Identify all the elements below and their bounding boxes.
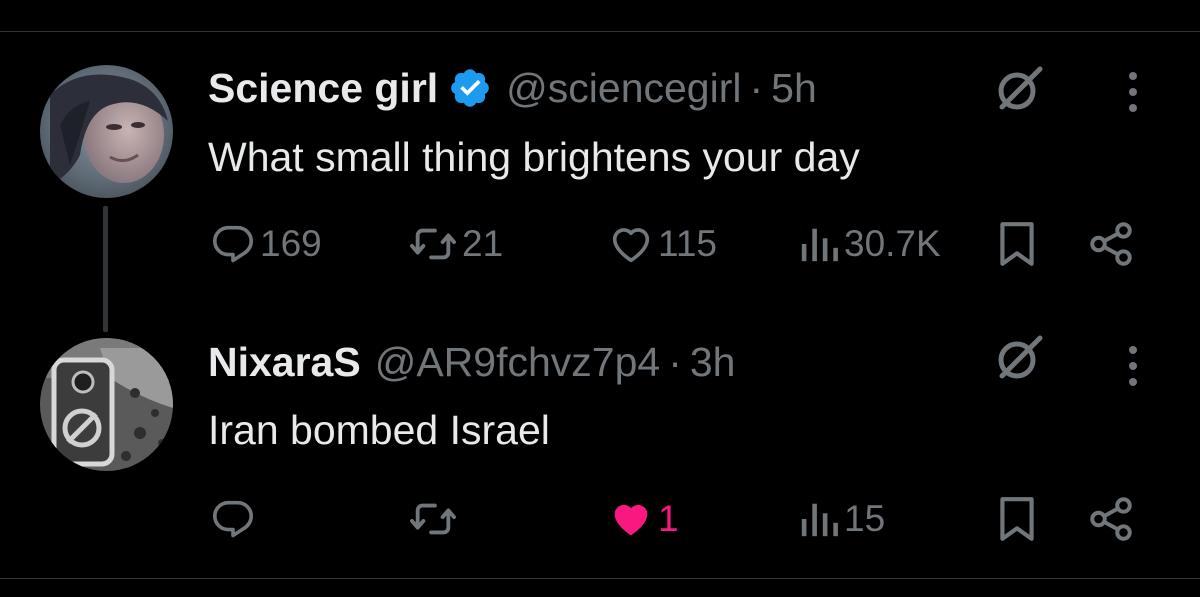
- bottom-divider: [0, 578, 1200, 579]
- avatar-image: [40, 65, 173, 198]
- verified-badge-icon: [448, 66, 492, 110]
- handle[interactable]: @AR9fchvz7p4: [375, 338, 660, 386]
- timestamp[interactable]: 5h: [771, 64, 817, 112]
- like-count: 115: [658, 223, 717, 264]
- share-button[interactable]: [1086, 219, 1136, 269]
- reply-button[interactable]: [210, 494, 260, 544]
- reply-count: 169: [260, 223, 322, 264]
- tweet-text: Iran bombed Israel: [208, 407, 550, 453]
- views-button[interactable]: 15: [798, 494, 885, 544]
- avatar-image: [40, 338, 173, 471]
- views-button[interactable]: 30.7K: [798, 219, 941, 269]
- views-count: 30.7K: [844, 223, 941, 264]
- retweet-icon: [409, 503, 456, 535]
- reply-button[interactable]: 169: [210, 219, 322, 269]
- bookmark-button[interactable]: [996, 494, 1038, 544]
- bookmark-icon: [1000, 222, 1034, 266]
- thread-connector-line: [103, 206, 108, 332]
- heart-filled-icon: [614, 504, 648, 536]
- heart-icon: [612, 228, 650, 263]
- tweet-header: Science girl @sciencegirl · 5h: [208, 64, 817, 112]
- handle[interactable]: @sciencegirl: [506, 64, 741, 112]
- bookmark-button[interactable]: [996, 219, 1038, 269]
- more-icon[interactable]: [1120, 68, 1146, 116]
- more-icon[interactable]: [1120, 342, 1146, 390]
- retweet-button[interactable]: 21: [408, 219, 503, 269]
- reply-icon: [212, 500, 254, 538]
- avatar[interactable]: [40, 65, 173, 198]
- grok-icon[interactable]: [992, 330, 1048, 386]
- timestamp[interactable]: 3h: [690, 338, 736, 386]
- display-name[interactable]: NixaraS: [208, 338, 361, 386]
- bookmark-icon: [1000, 497, 1034, 541]
- display-name[interactable]: Science girl: [208, 64, 438, 112]
- views-icon: [801, 503, 838, 537]
- like-count: 1: [658, 498, 679, 539]
- share-icon: [1090, 497, 1132, 541]
- reply-icon: [212, 225, 254, 263]
- share-icon: [1090, 222, 1132, 266]
- like-button[interactable]: 115: [608, 219, 717, 269]
- grok-icon[interactable]: [992, 61, 1048, 117]
- retweet-button[interactable]: [408, 494, 462, 544]
- views-count: 15: [844, 498, 886, 539]
- avatar[interactable]: [40, 338, 173, 471]
- share-button[interactable]: [1086, 494, 1136, 544]
- tweet-text: What small thing brightens your day: [208, 134, 860, 180]
- separator-dot: ·: [749, 65, 764, 111]
- like-button[interactable]: 1: [608, 494, 679, 544]
- retweet-count: 21: [462, 223, 504, 264]
- views-icon: [801, 228, 838, 262]
- separator-dot: ·: [668, 339, 682, 385]
- top-divider: [0, 31, 1200, 32]
- retweet-icon: [409, 228, 456, 260]
- tweet-header: NixaraS @AR9fchvz7p4 · 3h: [208, 338, 735, 386]
